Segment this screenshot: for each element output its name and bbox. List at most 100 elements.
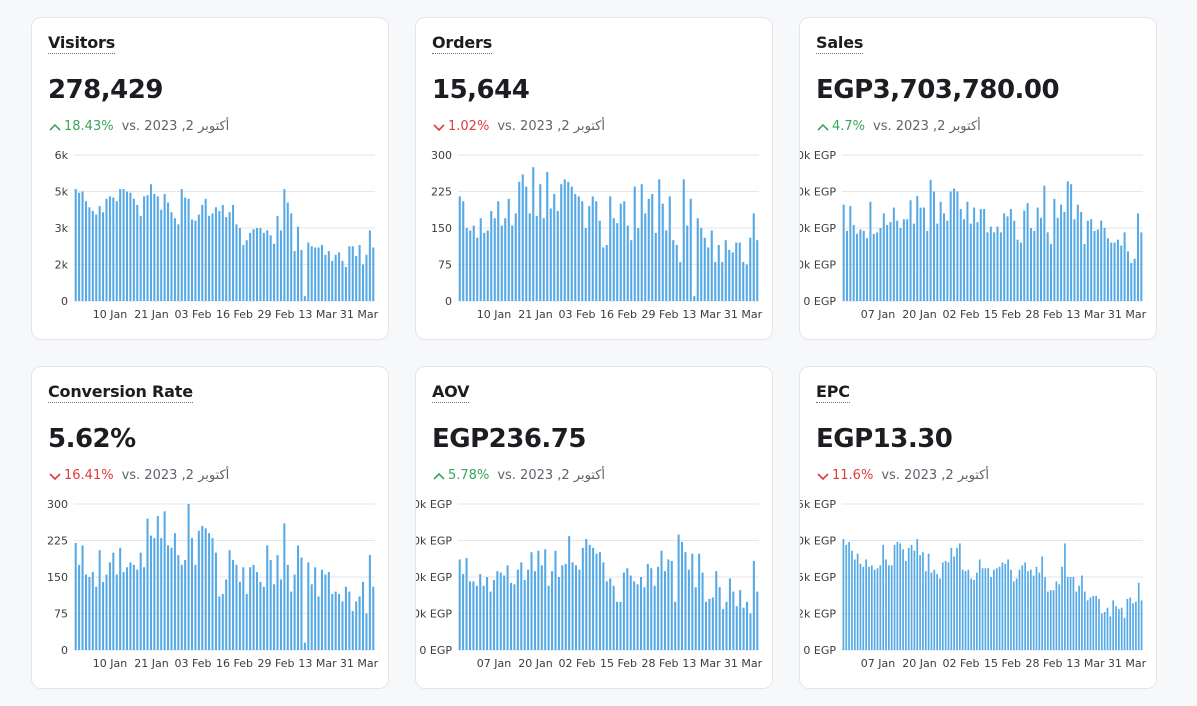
bar [926, 230, 929, 301]
bar [677, 534, 680, 650]
x-tick-label: 15 Feb [984, 308, 1021, 321]
bar [588, 206, 591, 301]
bar [143, 196, 146, 301]
bar [715, 571, 718, 650]
arrow-up-icon [49, 123, 61, 131]
visitors-card: Visitors 278,429 18.43% vs. 2023 ,2 أكتو… [31, 17, 389, 340]
bar [1086, 220, 1089, 301]
bar [173, 218, 176, 301]
bar [905, 560, 907, 650]
y-tick-label: 0k EGP [800, 149, 836, 162]
delta-percent: 16.41% [64, 468, 114, 483]
bar [571, 562, 574, 650]
bar [1046, 232, 1049, 301]
bar [153, 538, 156, 650]
bar [675, 245, 678, 301]
bar [1109, 616, 1112, 650]
bar [859, 229, 862, 301]
bar [167, 545, 170, 650]
x-tick-label: 13 Mar [682, 657, 721, 670]
y-tick-label: 2k EGP [800, 608, 836, 621]
bar [355, 255, 358, 301]
bar [279, 230, 282, 301]
bar [351, 611, 354, 650]
bar [1041, 556, 1044, 650]
bar [973, 579, 975, 650]
bar [1120, 607, 1123, 650]
delta-row: 1.02% vs. 2023 ,2 أكتوبر [432, 119, 605, 134]
bar [84, 574, 87, 650]
bar [348, 591, 351, 650]
compare-label: vs. 2023 ,2 أكتوبر [881, 468, 990, 483]
bar [654, 232, 657, 301]
bar [98, 550, 101, 650]
bar [225, 217, 228, 301]
bar [700, 228, 703, 301]
card-title[interactable]: Visitors [48, 33, 115, 54]
bar [475, 585, 478, 650]
bar [1140, 600, 1143, 650]
bar [865, 559, 867, 650]
delta-row: 16.41% vs. 2023 ,2 أكتوبر [48, 468, 229, 483]
bar [556, 210, 559, 301]
bar [896, 220, 899, 301]
bar [136, 569, 139, 650]
bar [953, 188, 956, 301]
bar [630, 240, 633, 301]
bar [862, 230, 865, 301]
bar [932, 191, 935, 301]
bar [978, 559, 981, 650]
bar [262, 232, 265, 301]
bar [693, 296, 696, 301]
card-title[interactable]: Sales [816, 33, 863, 54]
card-title[interactable]: EPC [816, 382, 850, 403]
arrow-down-icon [433, 123, 445, 131]
bar [266, 230, 269, 301]
bar [132, 564, 135, 650]
bar [570, 186, 573, 301]
bar [533, 571, 536, 650]
y-tick-label: 0 EGP [419, 644, 452, 657]
compare-label: vs. 2023 ,2 أكتوبر [121, 468, 230, 483]
bar [509, 582, 513, 650]
bar [956, 191, 959, 301]
card-title[interactable]: Conversion Rate [48, 382, 193, 403]
bar [922, 552, 924, 650]
arrow-up-icon [433, 472, 445, 480]
bar [170, 547, 173, 650]
bar [1092, 595, 1095, 650]
card-title[interactable]: Orders [432, 33, 492, 54]
bar [115, 574, 118, 650]
card-title[interactable]: AOV [432, 382, 470, 403]
bar [866, 238, 869, 301]
bar [711, 597, 714, 650]
bar [577, 196, 580, 301]
bar [670, 560, 673, 650]
bar [672, 240, 675, 301]
bar [504, 218, 507, 301]
x-tick-label: 21 Jan [134, 657, 168, 670]
bar [507, 198, 510, 301]
bar [177, 224, 180, 301]
bar [482, 585, 485, 650]
bar [989, 226, 992, 301]
bar [327, 572, 330, 650]
bar [749, 613, 752, 650]
bar [286, 564, 289, 650]
bar [1135, 601, 1137, 650]
bar [1016, 239, 1019, 301]
bar [276, 555, 279, 650]
bar [694, 587, 697, 650]
bar [146, 195, 149, 301]
y-tick-label: 0k EGP [800, 535, 836, 548]
bar [856, 553, 859, 650]
bar [1103, 228, 1106, 301]
bar [368, 230, 371, 301]
y-tick-label: 3k [55, 222, 69, 235]
bar [221, 204, 224, 301]
delta-percent: 18.43% [64, 119, 114, 134]
bar [739, 590, 742, 650]
bar [1129, 597, 1132, 650]
bar [612, 585, 615, 650]
bar [906, 219, 909, 301]
